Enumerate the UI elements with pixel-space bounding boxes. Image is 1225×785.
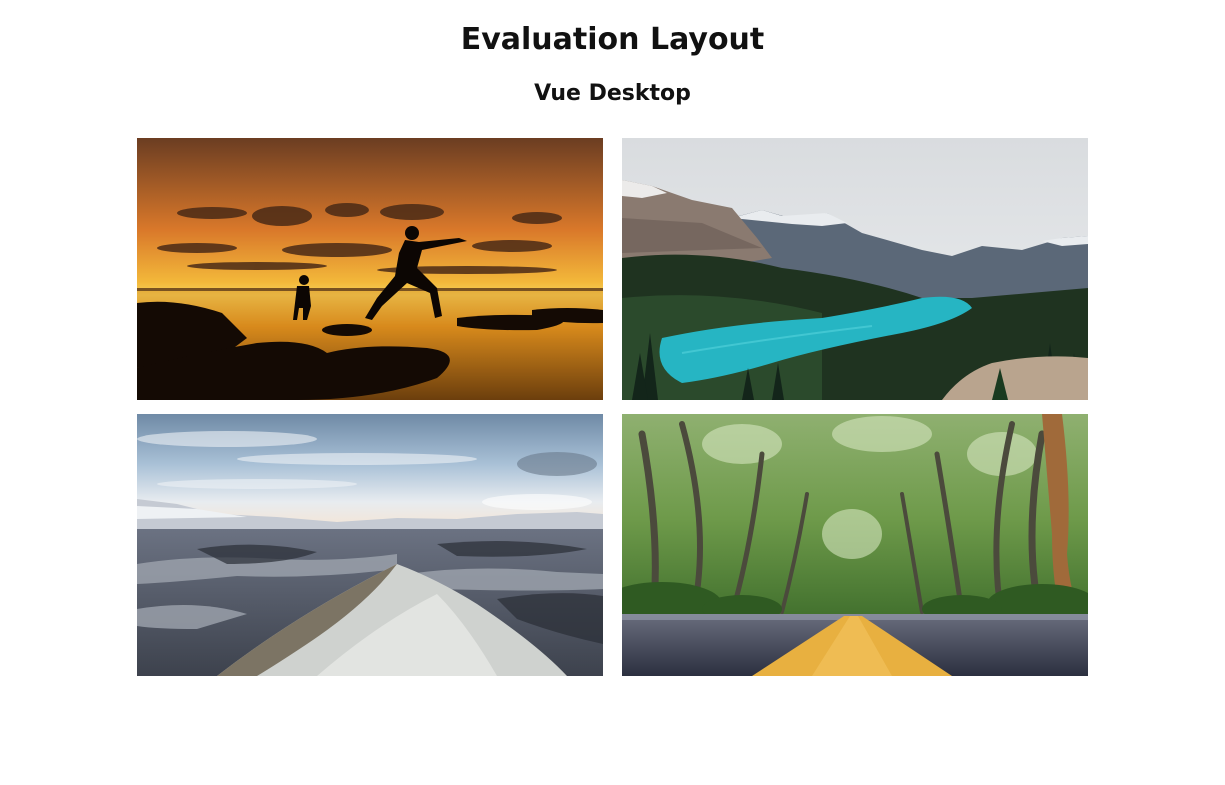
gallery-image-2[interactable] — [622, 138, 1088, 400]
mountain-lake-image — [622, 138, 1088, 400]
page-title: Evaluation Layout — [460, 22, 765, 57]
gallery-image-1[interactable] — [137, 138, 603, 400]
tree-lined-road-image — [622, 414, 1088, 676]
sunset-jumping-silhouettes-image — [137, 138, 603, 400]
image-gallery — [137, 138, 1088, 676]
rocky-valley-landscape-image — [137, 414, 603, 676]
page-subtitle: Vue Desktop — [534, 81, 691, 106]
page: Evaluation Layout Vue Desktop — [0, 0, 1225, 785]
gallery-image-4[interactable] — [622, 414, 1088, 676]
gallery-image-3[interactable] — [137, 414, 603, 676]
